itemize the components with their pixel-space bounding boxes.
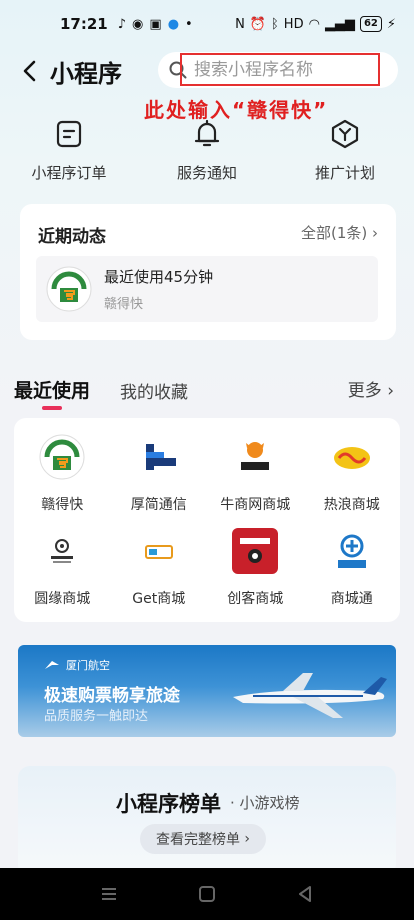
ranking-subtitle: · 小游戏榜 [230,794,300,812]
signal-icon: ▂▄▆ [324,16,355,32]
recent-activity-text: 最近使用45分钟 [104,268,214,286]
blue-app-icon: ● [167,16,180,32]
yuanyuan-logo [39,528,86,574]
app-item-relang[interactable]: 热浪商城 [304,434,401,514]
app-label: 创客商城 [227,591,284,607]
quick-action-label: 小程序订单 [31,164,107,182]
houjian-logo [135,434,182,480]
system-navigation-bar [0,868,414,920]
app-label: 牛商网商城 [220,497,291,513]
menu-icon[interactable] [99,884,119,904]
all-label: 全部(1条) [300,224,368,242]
nfc-icon: N [235,16,245,32]
quick-action-notifications[interactable]: 服务通知 [138,118,276,188]
xiamen-airlines-banner[interactable]: 厦门航空 极速购票畅享旅途 品质服务一触即达 [18,645,396,737]
gandekuai-logo [46,266,92,312]
recent-activity-app-name: 赣得快 [104,297,144,312]
home-icon[interactable] [197,884,217,904]
app-item-houjian[interactable]: 厚简通信 [111,434,208,514]
header: 小程序 [0,48,414,94]
banner-headline: 极速购票畅享旅途 [44,686,180,706]
app-item-shangchengtong[interactable]: 商城通 [304,528,401,608]
app-item-gandekuai[interactable]: 赣得快 [14,434,111,514]
search-bar[interactable] [158,52,398,88]
tiktok-icon: ♪ [117,16,127,32]
order-icon [56,120,82,148]
ranking-title: 小程序榜单 [116,792,221,816]
battery-icon: 62 [359,16,382,32]
tab-bar: 最近使用 我的收藏 更多 › [0,372,414,412]
quick-action-label: 推广计划 [314,164,375,182]
app-label: 赣得快 [41,497,84,513]
shangchengtong-logo [328,528,375,574]
recent-apps-card: 赣得快 厚简通信 牛商网商城 热浪商城 圆缘商城 Get商城 创客商城 商城通 [14,418,400,622]
charging-icon: ⚡ [386,16,396,32]
app-label: 圆缘商城 [34,591,91,607]
back-triangle-icon[interactable] [295,884,315,904]
chevron-right-icon: › [387,381,394,401]
search-input[interactable] [194,60,374,80]
quick-actions: 小程序订单 服务通知 推广计划 [0,118,414,188]
view-full-ranking-button[interactable]: 查看完整榜单 › [140,824,266,854]
recent-activity-title: 近期动态 [38,227,106,247]
app-item-makers[interactable]: 创客商城 [207,528,304,608]
recent-apps-grid: 赣得快 厚简通信 牛商网商城 热浪商城 圆缘商城 Get商城 创客商城 商城通 [14,434,400,608]
app-item-niushang[interactable]: 牛商网商城 [207,434,304,514]
status-bar: 17:21 ♪ ◉ ▣ ● • N ⏰ ᛒ HD ◠ ▂▄▆ 62 ⚡ [0,0,414,48]
wechat-icon: ◉ [132,16,144,32]
banner-brand: 厦门航空 [44,657,110,673]
promo-icon [331,119,359,149]
more-label: 更多 [347,381,382,401]
quick-action-promotion[interactable]: 推广计划 [276,118,414,188]
dot-icon: • [185,16,193,32]
chevron-right-icon: › [244,831,251,847]
get-logo [135,528,182,574]
back-arrow-icon[interactable] [18,58,40,84]
tab-active-indicator [42,406,62,410]
recent-activity-all-link[interactable]: 全部(1条) › [301,222,378,243]
ranking-card: 小程序榜单 · 小游戏榜 查看完整榜单 › [18,766,396,876]
airplane-image [233,673,387,718]
alarm-icon: ⏰ [249,16,266,32]
app-item-yuanyuan[interactable]: 圆缘商城 [14,528,111,608]
app-label: 热浪商城 [323,497,380,513]
wifi-icon: ◠ [308,16,320,32]
more-link[interactable]: 更多 › [348,376,394,401]
chevron-right-icon: › [372,224,378,242]
app-label: 厚简通信 [130,497,187,513]
search-icon [169,61,187,79]
banner-subline: 品质服务一触即达 [44,709,149,724]
status-notification-icons: ♪ ◉ ▣ ● • [118,17,193,32]
app-item-get[interactable]: Get商城 [111,528,208,608]
banner-brand-label: 厦门航空 [66,659,110,672]
gandekuai-logo [39,434,85,480]
airline-logo-icon [45,661,59,669]
status-system-icons: N ⏰ ᛒ HD ◠ ▂▄▆ 62 ⚡ [235,16,396,32]
ranking-button-label: 查看完整榜单 [155,832,240,848]
tab-recent[interactable]: 最近使用 [14,376,90,403]
app-label: 商城通 [330,591,373,607]
bluetooth-icon: ᛒ [270,16,279,32]
relang-logo [328,434,375,480]
bell-icon [194,119,220,147]
quick-action-label: 服务通知 [176,164,237,182]
app-label: Get商城 [132,591,186,607]
recent-activity-item[interactable]: 最近使用45分钟 赣得快 [36,256,378,322]
recent-activity-card: 近期动态 全部(1条) › 最近使用45分钟 赣得快 [20,204,396,340]
page-title: 小程序 [50,60,122,88]
quick-action-orders[interactable]: 小程序订单 [0,118,138,188]
makers-logo [232,528,279,574]
niushang-logo [232,434,279,480]
app-notif-icon: ▣ [149,16,162,32]
tab-favorites[interactable]: 我的收藏 [120,378,188,403]
hd-icon: HD [283,16,304,32]
status-time: 17:21 [60,15,108,33]
